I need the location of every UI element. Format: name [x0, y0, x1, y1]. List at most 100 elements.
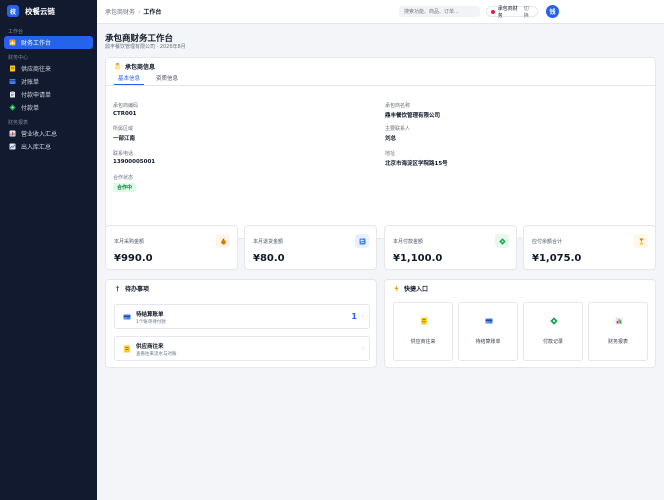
card-title: 快捷入口: [404, 285, 429, 293]
stat-value: ¥80.0: [253, 253, 285, 264]
sidebar-item-label: 对账单: [21, 79, 40, 86]
info-tabs: 基本信息 资质信息: [106, 74, 655, 86]
stat-card-payable-balance[interactable]: 应付余额合计 ¥1,075.0: [523, 225, 656, 270]
sidebar-item-label: 供应商往来: [21, 66, 52, 73]
stat-value: ¥990.0: [114, 253, 153, 264]
field-phone: 联系电话 13900005001: [113, 150, 155, 165]
brand-name: 校餐云链: [25, 6, 55, 16]
stat-card-returns[interactable]: 本月退货金额 ¥80.0: [244, 225, 377, 270]
stat-card-purchase[interactable]: 本月采购金额 ¥990.0: [105, 225, 238, 270]
card-header: 待办事项: [106, 280, 376, 296]
sidebar-item-finance-workbench[interactable]: 财务工作台: [4, 36, 93, 49]
field-label: 联系电话: [113, 151, 134, 157]
field-value: 鼎丰餐饮管理有限公司: [385, 113, 441, 119]
stat-value: ¥1,075.0: [532, 253, 582, 264]
search-input[interactable]: [399, 6, 480, 17]
receipt-icon: [9, 78, 16, 85]
payment-icon: [9, 104, 16, 111]
breadcrumb: 承包商财务 › 工作台: [105, 7, 161, 16]
tab-basic-info[interactable]: 基本信息: [114, 74, 145, 85]
lightning-icon: [393, 284, 400, 292]
sidebar-item-revenue-summary[interactable]: 营业收入汇总: [4, 127, 93, 140]
sidebar-section-title: 财务报表: [8, 120, 29, 126]
field-label: 承包商名称: [385, 103, 411, 109]
stat-label: 本月退货金额: [253, 239, 284, 245]
breadcrumb-separator: ›: [138, 9, 141, 16]
sidebar-item-label: 付款单: [21, 105, 40, 112]
quick-supplier-transactions[interactable]: 供应商往来: [393, 302, 453, 361]
role-switcher[interactable]: 承包商财务 切换: [486, 5, 538, 19]
field-status: 合作状态 合作中: [113, 174, 137, 192]
field-region: 所属区域 一部江南: [113, 125, 135, 142]
todo-item-supplier-transactions[interactable]: 供应商往来 查看往来流水与对账 ›: [114, 336, 370, 361]
card-header: 承包商信息: [106, 58, 655, 74]
ledger-icon: [123, 345, 131, 353]
pin-icon: [114, 285, 121, 292]
page-subtitle: 鼎丰餐饮管理有限公司 · 2026年8月: [105, 44, 186, 50]
sidebar-item-payment-requests[interactable]: 付款申请单: [4, 88, 93, 101]
contractor-info-card: 承包商信息 基本信息 资质信息 承包商编码 CTR001 承包商名称 鼎丰餐饮管…: [105, 57, 656, 239]
sidebar-section-title: 财务中心: [8, 55, 29, 61]
card-icon: [485, 317, 493, 325]
quick-label: 待结算账单: [475, 339, 501, 345]
brand[interactable]: 校 校餐云链: [0, 0, 97, 22]
topbar: 承包商财务 › 工作台: [97, 0, 664, 24]
todo-subtitle: 1个账单待付款: [136, 320, 166, 325]
hourglass-icon: [634, 234, 648, 248]
sidebar-item-stock-summary[interactable]: 出入库汇总: [4, 140, 93, 153]
clipboard-icon: [9, 91, 16, 98]
status-badge: 合作中: [113, 183, 137, 192]
field-label: 地址: [385, 151, 396, 157]
stat-card-payments[interactable]: 本月付款金额 ¥1,100.0: [384, 225, 517, 270]
quick-pending-bills[interactable]: 待结算账单: [458, 302, 518, 361]
quick-label: 付款记录: [542, 339, 563, 345]
field-value: 一部江南: [113, 136, 136, 142]
money-bag-icon: [216, 234, 230, 248]
breadcrumb-current: 工作台: [143, 9, 162, 16]
clipboard-icon: [114, 62, 121, 70]
field-address: 地址 北京市海淀区学院路15号: [385, 150, 448, 167]
quick-payment-records[interactable]: 付款记录: [523, 302, 583, 361]
sidebar-item-label: 财务工作台: [21, 40, 52, 47]
payment-icon: [495, 234, 509, 248]
sidebar-item-label: 付款申请单: [21, 92, 52, 99]
field-label: 主要联系人: [385, 126, 411, 132]
field-label: 所属区域: [113, 126, 134, 132]
brand-logo: 校: [7, 5, 19, 17]
field-label: 承包商编码: [113, 103, 139, 109]
sidebar: 校 校餐云链 工作台 财务工作台 财务中心 供应商往来 对账单 付款申请单 付款…: [0, 0, 97, 500]
avatar[interactable]: 钱: [546, 5, 559, 18]
switch-link[interactable]: 切换: [524, 5, 533, 19]
stat-label: 本月付款金额: [393, 239, 424, 245]
sidebar-item-supplier-transactions[interactable]: 供应商往来: [4, 62, 93, 75]
todo-count: 1: [351, 312, 357, 321]
card-title: 待办事项: [125, 285, 150, 293]
stock-chart-icon: [9, 143, 16, 150]
todo-title: 待结算账单: [136, 312, 164, 318]
role-label: 承包商财务: [497, 5, 518, 19]
tab-qualification-info[interactable]: 资质信息: [152, 74, 182, 85]
card-icon: [123, 313, 131, 321]
field-value: 13900005001: [113, 159, 156, 165]
card-header: 快捷入口: [385, 280, 655, 296]
todo-item-pending-bills[interactable]: 待结算账单 1个账单待付款 1 ›: [114, 304, 370, 329]
quick-label: 财务报表: [607, 339, 628, 345]
todo-subtitle: 查看往来流水与对账: [136, 352, 177, 357]
field-code: 承包商编码 CTR001: [113, 102, 138, 117]
sidebar-item-statements[interactable]: 对账单: [4, 75, 93, 88]
sidebar-item-payments[interactable]: 付款单: [4, 101, 93, 114]
sidebar-section-title: 工作台: [8, 29, 24, 35]
stat-label: 应付余额合计: [532, 239, 563, 245]
todo-title: 供应商往来: [136, 344, 164, 350]
todo-card: 待办事项 待结算账单 1个账单待付款 1 › 供应商往来 查看往来流水与对账 ›: [105, 279, 377, 368]
quick-label: 供应商往来: [410, 339, 436, 345]
breadcrumb-item[interactable]: 承包商财务: [105, 9, 135, 16]
info-fields: 承包商编码 CTR001 承包商名称 鼎丰餐饮管理有限公司 所属区域 一部江南 …: [106, 86, 655, 226]
quick-financial-reports[interactable]: 财务报表: [588, 302, 648, 361]
status-dot: [491, 9, 495, 14]
ledger-icon: [9, 65, 16, 72]
ledger-icon: [420, 317, 428, 325]
sidebar-item-label: 出入库汇总: [21, 144, 52, 151]
field-label: 合作状态: [113, 175, 134, 181]
payment-icon: [550, 317, 558, 325]
